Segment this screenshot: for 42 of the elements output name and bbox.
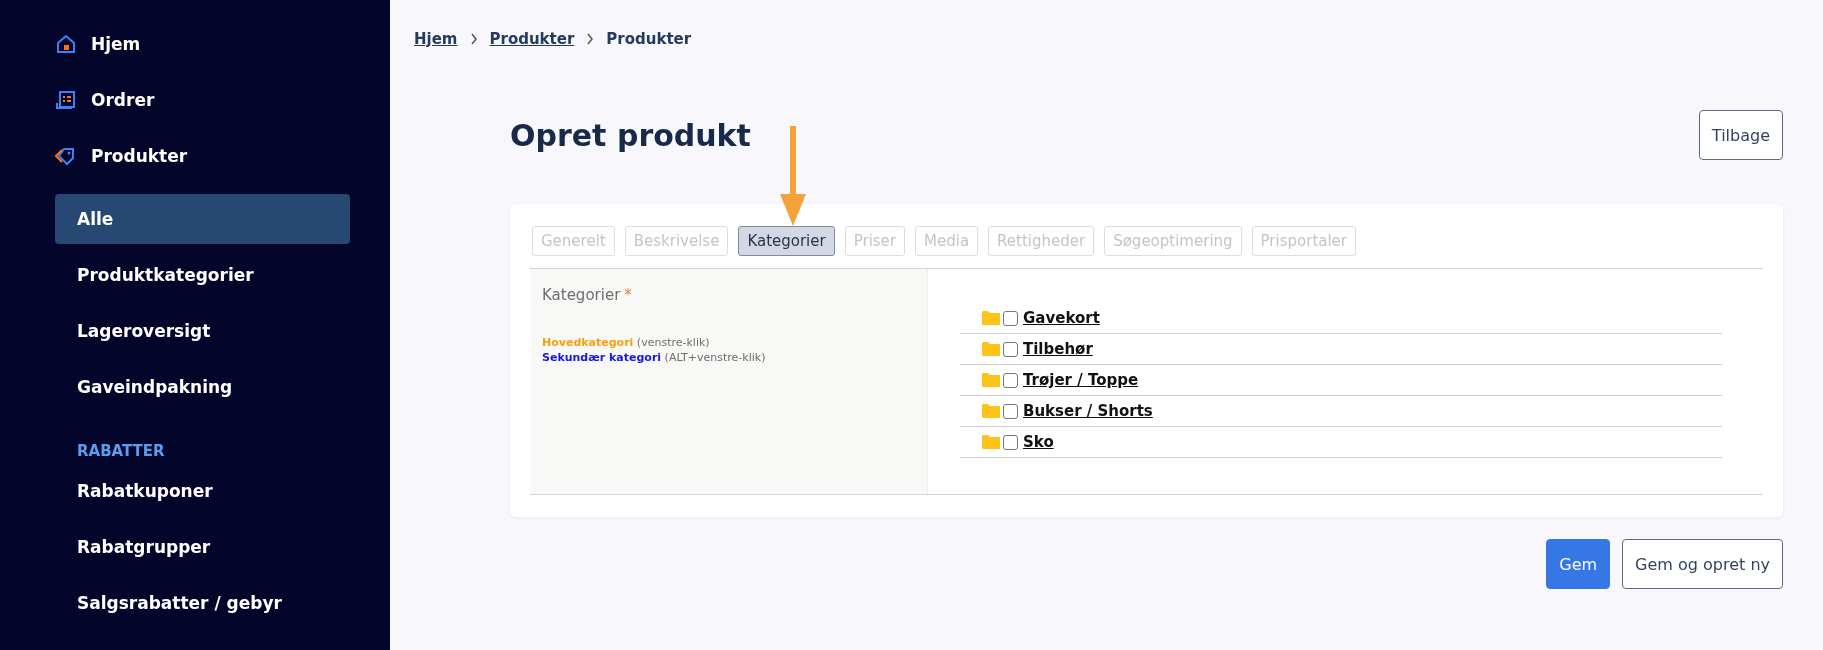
sidebar-item[interactable]: Hjem [55,16,350,72]
checkbox[interactable] [1003,372,1018,388]
house-icon [55,33,77,55]
folder-icon [982,310,1000,326]
tab[interactable]: Kategorier [738,226,835,256]
category-link[interactable]: Tilbehør [1023,340,1093,358]
save-new-button[interactable]: Gem og opret ny [1622,539,1783,589]
sidebar-item[interactable]: Rabatgrupper [55,522,350,572]
field-label: Kategorier * [542,286,632,304]
breadcrumb-link[interactable]: Hjem [414,30,458,48]
category-link[interactable]: Sko [1023,433,1054,451]
chevron-icon [586,33,595,45]
legend-text: Hovedkategori (venstre-klik) [542,336,711,349]
page-title: Opret produkt [510,117,751,153]
category-link[interactable]: Gavekort [1023,309,1100,327]
folder-icon [982,403,1000,419]
sidebar-item[interactable]: Ordrer [55,72,350,128]
sidebar-item[interactable]: Rabatkuponer [55,466,350,516]
checkbox[interactable] [1003,434,1018,450]
receipt-icon [55,89,77,111]
sidebar-section-heading: RABATTER [76,441,166,462]
sidebar-item[interactable]: Alle [55,194,350,244]
tag-icon [55,145,77,167]
breadcrumb-link[interactable]: Produkter [489,30,575,48]
sidebar-item[interactable]: Salgsrabatter / gebyr [55,578,350,628]
legend-text: Sekundær kategori (ALT+venstre-klik) [542,351,767,364]
breadcrumb-current: Produkter [606,30,692,48]
folder-icon [982,341,1000,357]
checkbox[interactable] [1003,310,1018,326]
sidebar-item[interactable]: Lageroversigt [55,306,350,356]
sidebar-item[interactable]: Produktkategorier [55,250,350,300]
checkbox[interactable] [1003,341,1018,357]
folder-icon [982,434,1000,450]
chevron-icon [469,33,478,45]
category-link[interactable]: Trøjer / Toppe [1023,371,1139,389]
back-button[interactable]: Tilbage [1698,110,1783,160]
sidebar-item[interactable]: Gaveindpakning [55,362,350,412]
category-link[interactable]: Bukser / Shorts [1023,402,1153,420]
sidebar-item[interactable]: Produkter [55,128,350,184]
checkbox[interactable] [1003,403,1018,419]
folder-icon [982,372,1000,388]
save-button[interactable]: Gem [1546,539,1611,589]
